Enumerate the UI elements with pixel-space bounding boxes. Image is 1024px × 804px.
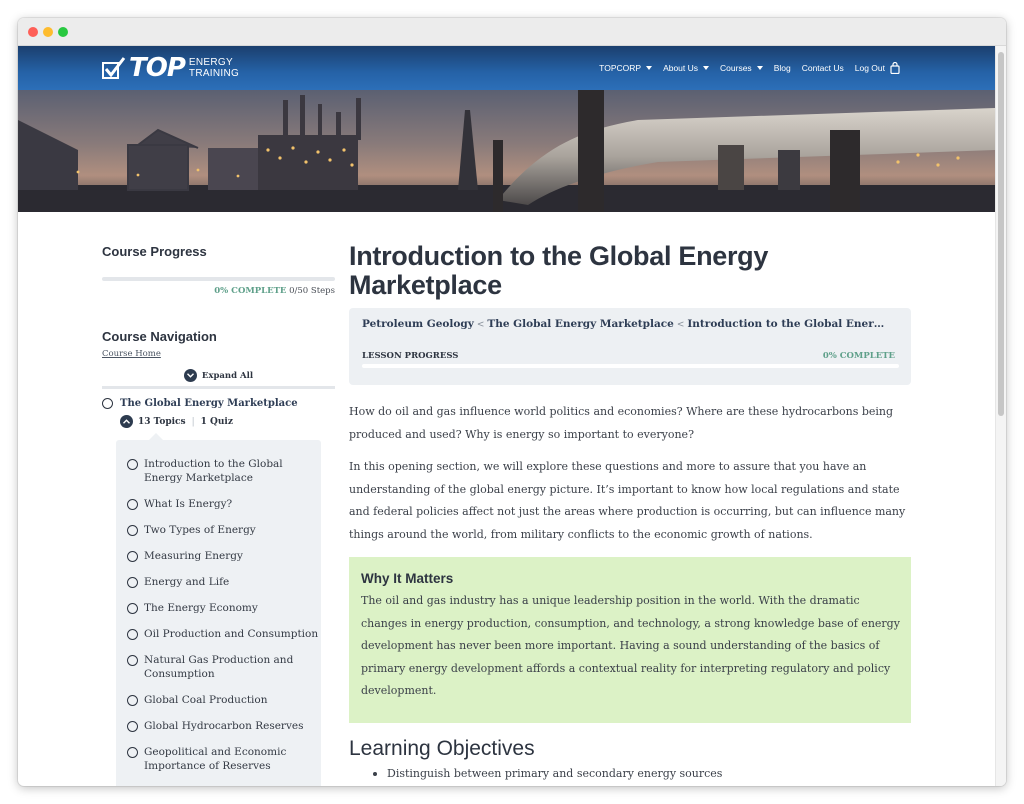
page-viewport: TOP ENERGY TRAINING TOPCORP About Us Cou…: [18, 46, 995, 786]
course-progress-steps: 0/50 Steps: [289, 286, 335, 296]
window-titlebar: [18, 18, 1006, 46]
page-title: Introduction to the Global Energy Market…: [349, 241, 769, 300]
learning-objectives-heading: Learning Objectives: [349, 737, 535, 760]
topic-item[interactable]: Energy and Life: [127, 575, 322, 589]
why-it-matters-callout: Why It Matters The oil and gas industry …: [349, 557, 911, 723]
breadcrumb-topic: Introduction to the Global Energy Market…: [687, 318, 886, 330]
site-logo[interactable]: TOP ENERGY TRAINING: [102, 54, 239, 82]
breadcrumb: Petroleum Geology < The Global Energy Mark…: [362, 318, 886, 330]
topic-status-icon: [127, 603, 138, 614]
nav-item-courses[interactable]: Courses: [720, 63, 763, 73]
chevron-down-icon: [646, 66, 653, 70]
chevron-down-icon: [703, 66, 710, 70]
objective-item: Distinguish between primary and secondar…: [349, 767, 722, 780]
topic-item[interactable]: Measuring Energy: [127, 549, 322, 563]
topic-status-icon: [127, 747, 138, 758]
lesson-header-box: Petroleum Geology < The Global Energy Mark…: [349, 308, 911, 385]
shopping-bag-icon[interactable]: [890, 62, 900, 74]
overview-paragraph: In this opening section, we will explore…: [349, 460, 906, 541]
course-home-link[interactable]: Course Home: [102, 349, 161, 359]
lesson-topics-toggle[interactable]: 13 Topics | 1 Quiz: [120, 415, 233, 428]
chevron-down-icon: [183, 369, 197, 382]
topic-status-icon: [127, 629, 138, 640]
hero-banner-image: [18, 90, 995, 212]
topic-status-icon: [127, 525, 138, 536]
lesson-progress-percent: 0% COMPLETE: [822, 351, 895, 361]
chevron-up-icon: [120, 415, 133, 428]
topic-status-icon: [127, 551, 138, 562]
lesson-status-icon: [102, 398, 113, 409]
scrollbar-thumb[interactable]: [998, 52, 1004, 416]
why-it-matters-heading: Why It Matters: [361, 571, 454, 586]
intro-paragraph: How do oil and gas influence world polit…: [349, 405, 894, 441]
topic-item[interactable]: Global Hydrocarbon Reserves: [127, 719, 322, 733]
topic-item[interactable]: Two Types of Energy: [127, 523, 322, 537]
topic-status-icon: [127, 459, 138, 470]
course-progress-heading: Course Progress: [102, 244, 207, 259]
course-progress-bar: [102, 277, 335, 281]
maximize-window-button[interactable]: [58, 27, 68, 37]
refinery-pipeline-illustration: [18, 90, 995, 212]
nav-item-about-us[interactable]: About Us: [663, 63, 710, 73]
quiz-count: 1 Quiz: [200, 416, 233, 427]
topics-count: 13 Topics: [138, 416, 186, 427]
topic-status-icon: [127, 695, 138, 706]
page-scrollbar[interactable]: [995, 46, 1006, 786]
logo-subtitle: ENERGY TRAINING: [188, 57, 240, 79]
breadcrumb-lesson[interactable]: The Global Energy Marketplace: [487, 318, 673, 330]
nav-item-log-out[interactable]: Log Out: [855, 63, 885, 73]
expand-all-button[interactable]: Expand All: [102, 369, 335, 382]
topic-item[interactable]: Oil Production and Consumption: [127, 627, 322, 641]
topic-status-icon: [127, 655, 138, 666]
topic-item[interactable]: Introduction to the Global Energy Market…: [127, 457, 322, 485]
topic-item[interactable]: Global Coal Production: [127, 693, 322, 707]
site-header: TOP ENERGY TRAINING TOPCORP About Us Cou…: [18, 46, 995, 90]
browser-window: TOP ENERGY TRAINING TOPCORP About Us Cou…: [18, 18, 1006, 786]
sidebar-divider: [102, 386, 335, 389]
chevron-down-icon: [756, 66, 763, 70]
why-it-matters-text: The oil and gas industry has a unique le…: [361, 594, 900, 697]
course-progress-percent: 0% COMPLETE: [214, 286, 287, 296]
nav-item-contact-us[interactable]: Contact Us: [802, 63, 844, 73]
main-nav: TOPCORP About Us Courses Blog Contact Us…: [588, 46, 885, 90]
course-navigation-heading: Course Navigation: [102, 329, 217, 344]
topic-item[interactable]: Natural Gas Production and Consumption: [127, 653, 322, 681]
nav-item-blog[interactable]: Blog: [774, 63, 791, 73]
checkbox-logo-icon: [102, 57, 126, 79]
topic-status-icon: [127, 577, 138, 588]
topic-status-icon: [127, 499, 138, 510]
nav-item-topcorp[interactable]: TOPCORP: [599, 63, 653, 73]
topic-item[interactable]: The Energy Economy: [127, 601, 322, 615]
course-progress-status: 0% COMPLETE 0/50 Steps: [102, 286, 335, 296]
topic-item[interactable]: Geopolitical and Economic Importance of …: [127, 745, 322, 773]
lesson-progress-label: LESSON PROGRESS: [362, 351, 459, 361]
breadcrumb-course[interactable]: Petroleum Geology: [362, 318, 474, 330]
topic-status-icon: [127, 721, 138, 732]
logo-wordmark: TOP: [129, 53, 186, 83]
topic-list: Introduction to the Global Energy Market…: [116, 433, 322, 786]
lesson-item-global-energy-marketplace[interactable]: The Global Energy Marketplace: [102, 398, 298, 409]
lesson-progress-bar: [362, 364, 899, 368]
topic-item[interactable]: What Is Energy?: [127, 497, 322, 511]
minimize-window-button[interactable]: [43, 27, 53, 37]
close-window-button[interactable]: [28, 27, 38, 37]
